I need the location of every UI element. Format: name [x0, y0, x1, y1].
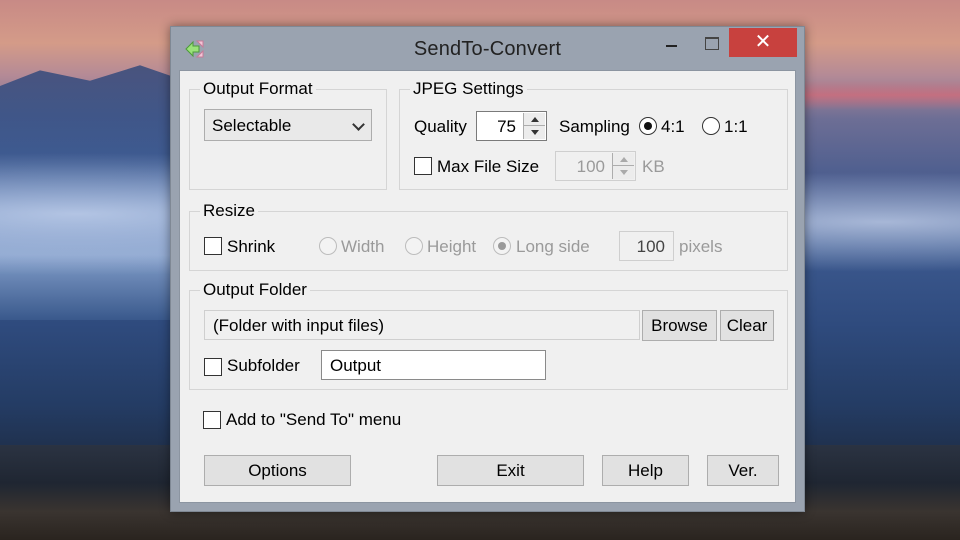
shrink-checkbox[interactable] [204, 237, 222, 255]
sampling-1-1-radio[interactable] [702, 117, 720, 135]
resize-long-side-radio[interactable] [493, 237, 511, 255]
shrink-label: Shrink [227, 237, 276, 256]
sampling-4-1-radio[interactable] [639, 117, 657, 135]
quality-value: 75 [497, 117, 516, 136]
resize-width-radio[interactable] [319, 237, 337, 255]
resize-width-label: Width [341, 237, 385, 256]
options-button[interactable]: Options [204, 455, 351, 486]
exit-button[interactable]: Exit [437, 455, 584, 486]
sampling-label: Sampling [559, 117, 630, 136]
max-file-size-unit: KB [642, 157, 665, 176]
jpeg-settings-group: JPEG Settings Quality 75 Sampling 4:1 1:… [399, 79, 788, 190]
help-button[interactable]: Help [602, 455, 689, 486]
resize-size-value: 100 [636, 237, 665, 256]
resize-group: Resize Shrink Width Height Long side 100… [189, 201, 788, 271]
output-format-selected: Selectable [212, 116, 292, 135]
subfolder-checkbox[interactable] [204, 358, 222, 376]
jpeg-settings-label: JPEG Settings [410, 79, 527, 99]
sampling-4-1-label: 4:1 [661, 117, 685, 136]
quality-increment-button[interactable] [524, 113, 545, 126]
max-file-size-spinner[interactable]: 100 [555, 151, 636, 181]
app-window: SendTo-Convert ✕ Output Format Selectabl… [170, 26, 805, 512]
sampling-1-1-label: 1:1 [724, 117, 748, 136]
max-file-size-increment-button[interactable] [613, 153, 634, 166]
subfolder-name-input[interactable]: Output [321, 350, 546, 380]
resize-unit-label: pixels [679, 237, 723, 256]
output-format-label: Output Format [200, 79, 316, 99]
output-folder-path-value: (Folder with input files) [213, 316, 385, 335]
resize-height-radio[interactable] [405, 237, 423, 255]
quality-spinner[interactable]: 75 [476, 111, 547, 141]
output-folder-label: Output Folder [200, 280, 310, 300]
resize-label: Resize [200, 201, 258, 221]
send-to-menu-checkbox[interactable] [203, 411, 221, 429]
quality-decrement-button[interactable] [524, 126, 545, 139]
max-file-size-decrement-button[interactable] [613, 166, 634, 179]
subfolder-label: Subfolder [227, 356, 300, 375]
output-format-select[interactable]: Selectable [204, 109, 372, 141]
output-folder-path[interactable]: (Folder with input files) [204, 310, 640, 340]
background-sunset [800, 80, 960, 110]
max-file-size-spinner-arrows [612, 153, 634, 179]
resize-height-label: Height [427, 237, 477, 256]
quality-label: Quality [414, 117, 467, 136]
send-to-menu-label: Add to "Send To" menu [226, 410, 402, 429]
max-file-size-label: Max File Size [437, 157, 540, 176]
title-bar[interactable]: SendTo-Convert ✕ [171, 27, 804, 69]
clear-button[interactable]: Clear [720, 310, 774, 341]
maximize-button[interactable] [695, 27, 729, 57]
quality-spinner-arrows [523, 113, 545, 139]
version-button[interactable]: Ver. [707, 455, 779, 486]
resize-long-side-label: Long side [516, 237, 590, 256]
max-file-size-value: 100 [576, 157, 605, 176]
output-format-group: Output Format Selectable [189, 79, 387, 190]
max-file-size-checkbox[interactable] [414, 157, 432, 175]
chevron-down-icon [352, 118, 365, 131]
subfolder-name-value: Output [330, 356, 382, 375]
close-button[interactable]: ✕ [729, 28, 797, 57]
dialog-client-area: Output Format Selectable JPEG Settings Q… [179, 70, 796, 503]
output-folder-group: Output Folder (Folder with input files) … [189, 280, 788, 390]
resize-size-input[interactable]: 100 [619, 231, 674, 261]
browse-button[interactable]: Browse [642, 310, 717, 341]
minimize-button[interactable] [649, 27, 695, 57]
